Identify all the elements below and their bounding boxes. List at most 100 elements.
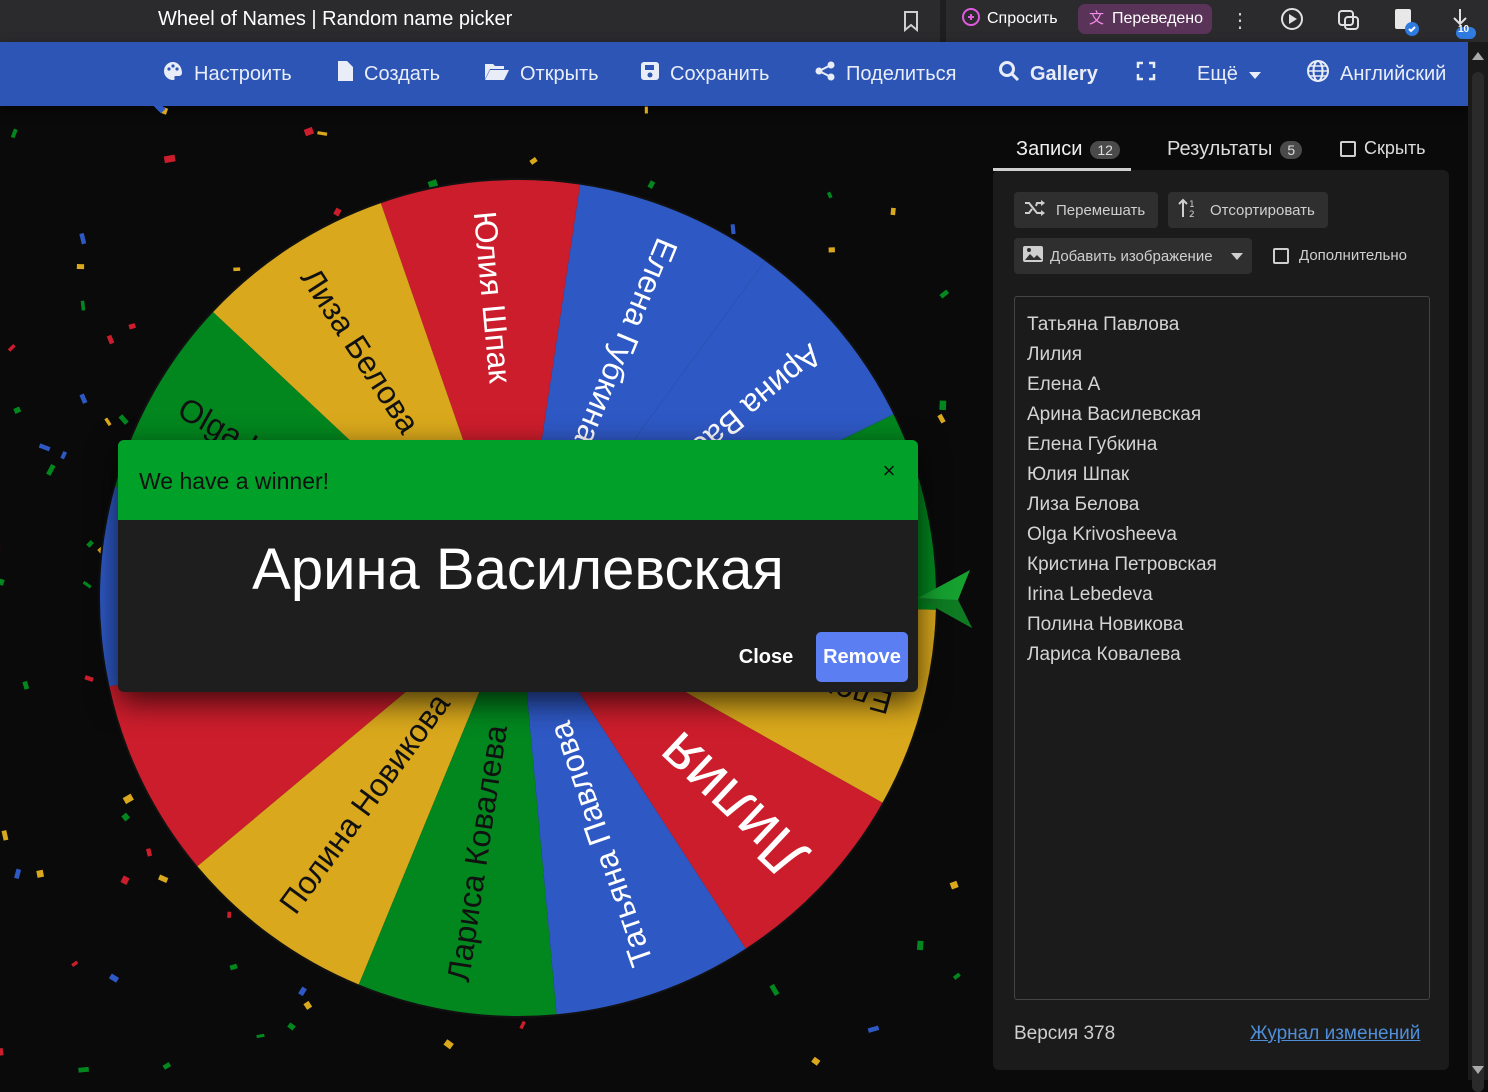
svg-text:2: 2 [1189, 210, 1195, 219]
nav-create[interactable]: Создать [336, 42, 440, 106]
confetti-piece [731, 224, 736, 234]
confetti-piece [769, 984, 779, 996]
nav-more[interactable]: Ещё [1197, 42, 1262, 106]
list-item[interactable]: Olga Krivosheeva [1027, 524, 1177, 546]
search-icon [998, 60, 1020, 88]
confetti-piece [158, 875, 168, 883]
confetti-piece [233, 267, 240, 271]
list-item[interactable]: Лиза Белова [1027, 494, 1139, 516]
confetti-piece [939, 289, 949, 298]
list-item[interactable]: Лилия [1027, 344, 1082, 366]
palette-icon [162, 60, 184, 88]
confetti-piece [939, 400, 946, 410]
hide-toggle[interactable]: Скрыть [1340, 138, 1425, 159]
sort-button[interactable]: 12 Отсортировать [1168, 192, 1328, 228]
scroll-up-arrow-icon[interactable] [1472, 52, 1484, 60]
hide-checkbox[interactable] [1340, 141, 1356, 157]
tab-results-label: Результаты [1167, 138, 1272, 161]
advanced-toggle[interactable]: Дополнительно [1273, 247, 1407, 264]
list-item[interactable]: Татьяна Павлова [1027, 314, 1179, 336]
confetti-piece [868, 1026, 880, 1033]
confetti-piece [77, 264, 84, 269]
confetti-piece [647, 180, 655, 189]
list-item[interactable]: Лариса Ковалева [1027, 644, 1181, 666]
more-options-icon[interactable]: ⋮ [1230, 8, 1250, 33]
confetti-piece [443, 1039, 453, 1049]
confetti-piece [917, 941, 924, 951]
confetti-piece [79, 233, 86, 244]
nav-save[interactable]: Сохранить [640, 42, 769, 106]
nav-more-label: Ещё [1197, 63, 1238, 86]
confetti-piece [519, 1021, 525, 1029]
file-icon [336, 60, 354, 88]
confetti-piece [128, 323, 136, 329]
nav-language-label: Английский [1340, 63, 1446, 86]
hide-label: Скрыть [1364, 138, 1425, 159]
media-play-icon[interactable] [1280, 7, 1306, 38]
confetti-piece [78, 1067, 89, 1073]
shuffle-button[interactable]: Перемешать [1014, 192, 1158, 228]
confetti-piece [109, 974, 119, 983]
list-item[interactable]: Арина Василевская [1027, 404, 1201, 426]
translated-button[interactable]: 文 Переведено [1078, 4, 1212, 34]
confetti-piece [83, 581, 92, 589]
list-item[interactable]: Кристина Петровская [1027, 554, 1217, 576]
list-item[interactable]: Елена Губкина [1027, 434, 1157, 456]
tab-title[interactable]: Wheel of Names | Random name picker [158, 8, 512, 31]
nav-open[interactable]: Открыть [484, 42, 599, 106]
translated-label: Переведено [1112, 10, 1203, 28]
nav-language[interactable]: Английский [1306, 42, 1446, 106]
page-scrollbar[interactable] [1468, 42, 1488, 1080]
confetti-piece [0, 1048, 4, 1056]
reader-icon[interactable] [1336, 7, 1362, 38]
nav-customize[interactable]: Настроить [162, 42, 292, 106]
nav-customize-label: Настроить [194, 63, 292, 86]
confetti-piece [13, 407, 21, 415]
scroll-down-arrow-icon[interactable] [1472, 1066, 1484, 1074]
confetti-piece [84, 675, 93, 682]
confetti-piece [107, 335, 115, 345]
nav-share[interactable]: Поделиться [814, 42, 956, 106]
confetti-piece [60, 451, 67, 459]
nav-create-label: Создать [364, 63, 440, 86]
confetti-piece [22, 681, 29, 690]
changelog-link[interactable]: Журнал изменений [1250, 1023, 1420, 1045]
nav-gallery[interactable]: Gallery [998, 42, 1098, 106]
translate-page-icon[interactable] [1392, 7, 1420, 42]
confetti-piece [811, 1057, 820, 1066]
ask-ai-button[interactable]: Спросить [952, 5, 1066, 33]
close-icon[interactable]: × [874, 456, 904, 486]
list-item[interactable]: Юлия Шпак [1027, 464, 1129, 486]
nav-share-label: Поделиться [846, 63, 956, 86]
add-image-dropdown[interactable]: Добавить изображение [1014, 238, 1252, 274]
confetti-piece [8, 344, 16, 352]
confetti-piece [645, 107, 648, 114]
dialog-header: We have a winner! × [118, 440, 918, 520]
advanced-checkbox[interactable] [1273, 248, 1289, 264]
tab-results[interactable]: Результаты 5 [1167, 138, 1302, 161]
nav-gallery-label: Gallery [1030, 63, 1098, 86]
tab-entries-label: Записи [1016, 138, 1082, 161]
confetti-piece [950, 881, 959, 890]
dialog-title: We have a winner! [139, 468, 329, 495]
entries-count-badge: 12 [1090, 141, 1120, 159]
remove-button[interactable]: Remove [816, 632, 908, 682]
confetti-piece [71, 961, 78, 967]
scroll-thumb[interactable] [1472, 72, 1484, 1092]
tab-entries[interactable]: Записи 12 [1016, 138, 1120, 161]
nav-save-label: Сохранить [670, 63, 769, 86]
list-item[interactable]: Irina Lebedeva [1027, 584, 1153, 606]
share-icon [814, 60, 836, 88]
toolbar-divider [940, 0, 946, 42]
list-item[interactable]: Елена A [1027, 374, 1100, 396]
close-button[interactable]: Close [728, 632, 804, 682]
entries-textarea[interactable]: Татьяна Павлова Лилия Елена A Арина Васи… [1014, 296, 1430, 1000]
downloads-badge: 10 [1458, 24, 1469, 35]
sort-icon: 12 [1178, 197, 1200, 223]
confetti-piece [36, 870, 44, 878]
bookmark-icon[interactable] [900, 9, 922, 38]
fullscreen-button[interactable] [1136, 42, 1156, 106]
winner-dialog: We have a winner! × Арина Василевская Cl… [118, 440, 918, 692]
confetti-piece [146, 848, 152, 857]
list-item[interactable]: Полина Новикова [1027, 614, 1183, 636]
